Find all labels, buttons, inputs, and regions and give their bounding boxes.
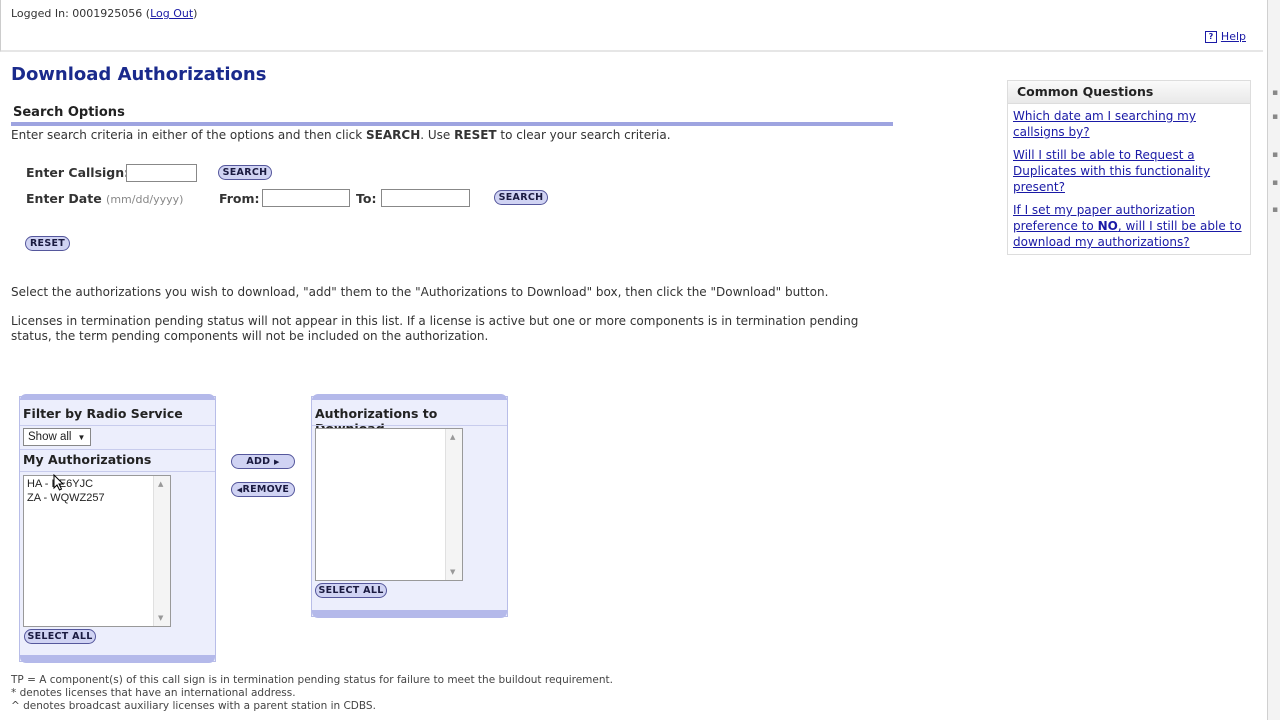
search-options-heading: Search Options: [13, 105, 125, 120]
termination-note: Licenses in termination pending status w…: [11, 314, 858, 344]
remove-button[interactable]: ◀REMOVE: [231, 482, 295, 497]
add-button[interactable]: ADD ▶: [231, 454, 295, 469]
select-all-my-auth-button[interactable]: SELECT ALL: [24, 629, 96, 644]
right-edge-strip: ▪ ▪ ▪ ▪ ▪: [1267, 0, 1280, 720]
callsign-search-button[interactable]: SEARCH: [218, 165, 272, 180]
chevron-down-icon: ▼: [77, 432, 86, 442]
authorizations-to-download-list[interactable]: ▲ ▼: [315, 428, 463, 581]
radio-service-select[interactable]: Show all ▼: [23, 428, 91, 446]
my-authorizations-list[interactable]: HA - KE6YJC ZA - WQWZ257 ▲ ▼: [23, 475, 171, 627]
footnote-tp: TP = A component(s) of this call sign is…: [11, 674, 613, 686]
footnote-international: * denotes licenses that have an internat…: [11, 687, 296, 699]
radio-service-select-value: Show all: [28, 431, 72, 443]
add-label: ADD: [246, 456, 271, 467]
filter-panel: Filter by Radio Service Show all ▼ My Au…: [19, 394, 216, 663]
common-questions-header: Common Questions: [1008, 81, 1250, 104]
scroll-down-icon[interactable]: ▼: [158, 614, 163, 622]
callsign-input[interactable]: [126, 164, 197, 182]
remove-label: REMOVE: [242, 484, 290, 495]
callsign-label: Enter Callsign:: [26, 165, 130, 180]
select-instructions: Select the authorizations you wish to do…: [11, 285, 829, 299]
edge-mark: ▪: [1272, 150, 1279, 160]
to-date-input[interactable]: [381, 189, 470, 207]
scroll-up-icon[interactable]: ▲: [450, 433, 455, 441]
mouse-cursor-icon: [53, 474, 65, 491]
footnote-broadcast: ^ denotes broadcast auxiliary licenses w…: [11, 700, 376, 712]
to-label: To:: [356, 191, 377, 206]
termination-note-line2: status, the term pending components will…: [11, 329, 489, 343]
logged-close: ): [193, 7, 198, 20]
help-icon[interactable]: ?: [1204, 30, 1217, 43]
from-label: From:: [219, 191, 260, 206]
filter-panel-title: Filter by Radio Service: [23, 406, 183, 421]
reset-button[interactable]: RESET: [25, 236, 70, 251]
edge-mark: ▪: [1272, 178, 1279, 188]
termination-note-line1: Licenses in termination pending status w…: [11, 314, 859, 328]
common-questions-box: Common Questions Which date am I searchi…: [1007, 80, 1251, 255]
logged-in-text: Logged In: 0001925056 (: [11, 7, 151, 20]
question-link-duplicates[interactable]: Will I still be able to Request a Duplic…: [1013, 147, 1238, 195]
arrow-right-icon: ▶: [273, 458, 280, 466]
scroll-up-icon[interactable]: ▲: [158, 480, 163, 488]
download-panel: Authorizations to Download ▲ ▼ SELECT AL…: [311, 394, 508, 618]
date-label-group: Enter Date (mm/dd/yyyy): [26, 191, 183, 206]
list-scrollbar[interactable]: ▲ ▼: [153, 476, 170, 626]
page-title: Download Authorizations: [11, 64, 267, 85]
search-instructions: Enter search criteria in either of the o…: [11, 128, 671, 142]
login-status: Logged In: 0001925056 (Log Out): [11, 7, 197, 20]
search-options-divider: [11, 122, 893, 126]
from-date-input[interactable]: [262, 189, 350, 207]
date-search-button[interactable]: SEARCH: [494, 190, 548, 205]
scroll-down-icon[interactable]: ▼: [450, 568, 455, 576]
help-link[interactable]: Help: [1221, 30, 1246, 43]
my-authorizations-title: My Authorizations: [23, 452, 152, 467]
help-link-group[interactable]: ? Help: [1204, 30, 1246, 43]
edge-mark: ▪: [1272, 88, 1279, 98]
common-questions-title: Common Questions: [1017, 84, 1154, 99]
edge-mark: ▪: [1272, 205, 1279, 215]
select-all-download-button[interactable]: SELECT ALL: [315, 583, 387, 598]
question-link-paper-preference[interactable]: If I set my paper authorization preferen…: [1013, 202, 1249, 250]
edge-mark: ▪: [1272, 112, 1279, 122]
question-link-date[interactable]: Which date am I searching my callsigns b…: [1013, 108, 1238, 140]
date-label: Enter Date: [26, 191, 102, 206]
list-scrollbar[interactable]: ▲ ▼: [445, 429, 462, 580]
logout-link[interactable]: Log Out: [150, 7, 193, 20]
list-item[interactable]: ZA - WQWZ257: [27, 492, 105, 504]
date-format-hint: (mm/dd/yyyy): [106, 193, 184, 206]
